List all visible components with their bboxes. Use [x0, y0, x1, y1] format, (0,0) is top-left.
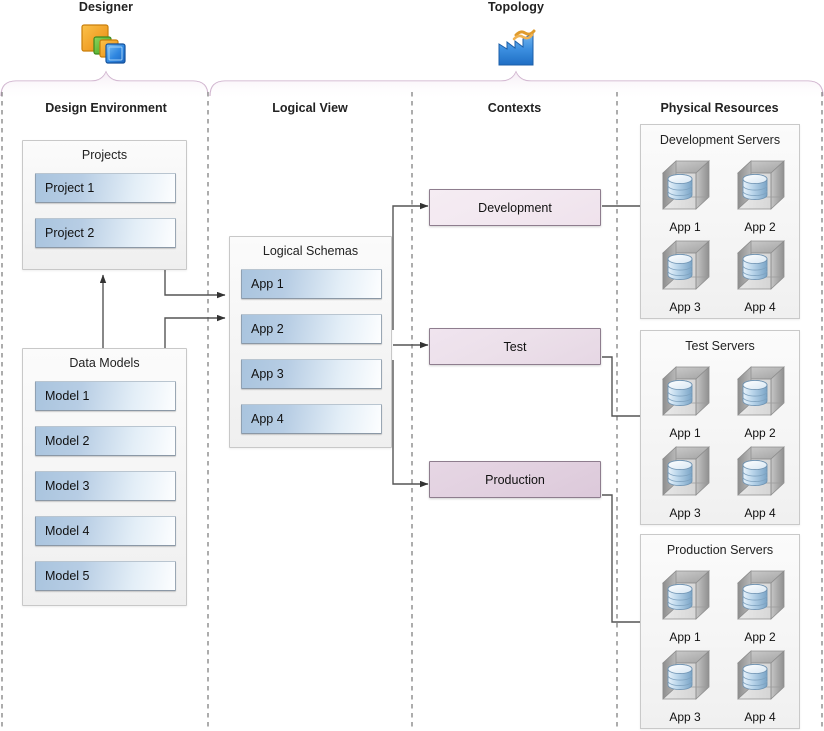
factory-icon	[490, 22, 542, 68]
server-node[interactable]: App 2	[726, 567, 794, 644]
server-node[interactable]: App 1	[651, 363, 719, 440]
projects-panel: Projects Project 1 Project 2	[22, 140, 187, 270]
data-model-item[interactable]: Model 5	[35, 561, 176, 591]
data-model-item[interactable]: Model 3	[35, 471, 176, 501]
server-node[interactable]: App 2	[726, 363, 794, 440]
logical-schemas-panel: Logical Schemas App 1 App 2 App 3 App 4	[229, 236, 392, 448]
data-models-panel-title: Data Models	[69, 356, 140, 370]
project-item[interactable]: Project 2	[35, 218, 176, 248]
server-label: App 3	[669, 710, 701, 724]
context-production[interactable]: Production	[429, 461, 601, 498]
column-title-contexts: Contexts	[487, 101, 542, 115]
development-servers-title: Development Servers	[659, 133, 781, 147]
logical-schemas-panel-title: Logical Schemas	[262, 244, 359, 258]
test-servers-title: Test Servers	[685, 339, 755, 353]
server-node[interactable]: App 1	[651, 157, 719, 234]
server-label: App 4	[744, 300, 776, 314]
test-servers-group: Test Servers App 1 App 2 App 3 App 4	[640, 330, 800, 525]
column-title-design-environment: Design Environment	[45, 101, 167, 115]
designer-bracket	[0, 70, 209, 100]
server-node[interactable]: App 3	[651, 237, 719, 314]
projects-panel-title: Projects	[81, 148, 128, 162]
server-node[interactable]: App 2	[726, 157, 794, 234]
server-label: App 4	[744, 710, 776, 724]
stacked-squares-icon	[80, 22, 132, 68]
context-label: Test	[503, 339, 527, 354]
production-servers-title: Production Servers	[666, 543, 774, 557]
server-label: App 2	[744, 220, 776, 234]
topology-bracket	[209, 70, 824, 100]
data-model-item[interactable]: Model 1	[35, 381, 176, 411]
context-development[interactable]: Development	[429, 189, 601, 226]
server-label: App 3	[669, 506, 701, 520]
connector-schemas-to-development	[392, 202, 429, 330]
connector-projects-to-schemas	[164, 270, 226, 299]
server-label: App 4	[744, 506, 776, 520]
role-title-topology: Topology	[487, 0, 545, 14]
data-model-item[interactable]: Model 4	[35, 516, 176, 546]
server-node[interactable]: App 4	[726, 443, 794, 520]
server-node[interactable]: App 1	[651, 567, 719, 644]
data-model-item[interactable]: Model 2	[35, 426, 176, 456]
server-label: App 2	[744, 630, 776, 644]
server-label: App 3	[669, 300, 701, 314]
server-node[interactable]: App 3	[651, 443, 719, 520]
logical-schema-item[interactable]: App 4	[241, 404, 382, 434]
architecture-diagram: Designer Topology Design Environment Log…	[0, 0, 824, 731]
server-label: App 2	[744, 426, 776, 440]
connector-schemas-to-production	[392, 360, 429, 488]
server-label: App 1	[669, 220, 701, 234]
context-test[interactable]: Test	[429, 328, 601, 365]
logical-schema-item[interactable]: App 2	[241, 314, 382, 344]
production-servers-group: Production Servers App 1 App 2 App 3 App…	[640, 534, 800, 729]
logical-schema-item[interactable]: App 3	[241, 359, 382, 389]
column-title-logical-view: Logical View	[272, 101, 348, 115]
context-label: Production	[485, 472, 545, 487]
logical-schema-item[interactable]: App 1	[241, 269, 382, 299]
development-servers-group: Development Servers App 1 App 2 App 3 Ap…	[640, 124, 800, 319]
data-models-panel: Data Models Model 1 Model 2 Model 3 Mode…	[22, 348, 187, 606]
server-node[interactable]: App 4	[726, 647, 794, 724]
context-label: Development	[478, 200, 552, 215]
server-node[interactable]: App 3	[651, 647, 719, 724]
server-label: App 1	[669, 426, 701, 440]
column-title-physical-resources: Physical Resources	[660, 101, 779, 115]
server-node[interactable]: App 4	[726, 237, 794, 314]
connector-models-to-schemas	[164, 314, 226, 352]
server-label: App 1	[669, 630, 701, 644]
project-item[interactable]: Project 1	[35, 173, 176, 203]
role-title-designer: Designer	[78, 0, 134, 14]
